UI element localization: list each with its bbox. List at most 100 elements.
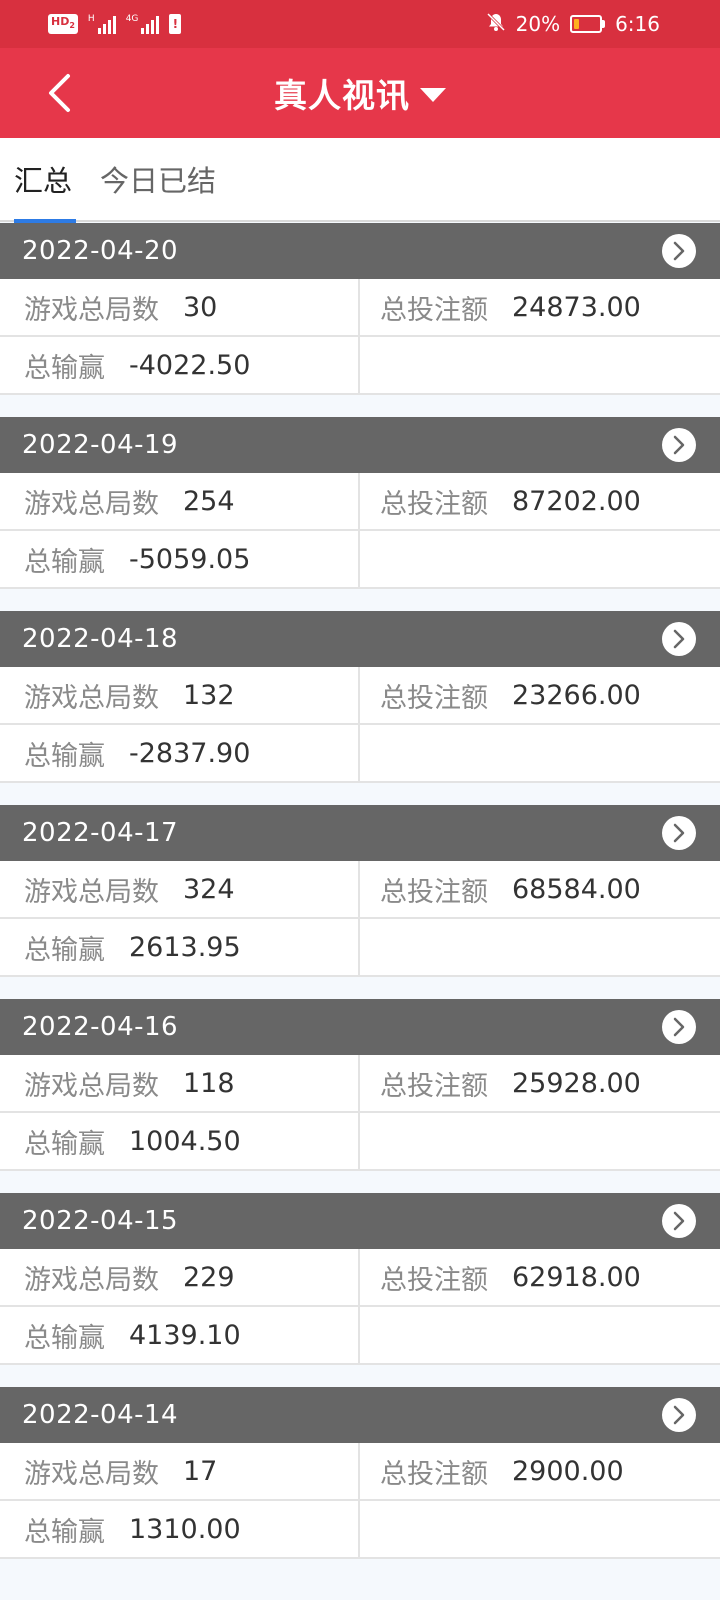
rounds-cell: 游戏总局数 254 [0,473,360,529]
record-card: 2022-04-19 游戏总局数 254 总投注额 87202.00 总输赢 -505… [0,417,720,589]
record-header[interactable]: 2022-04-16 [0,999,720,1055]
bet-value: 87202.00 [512,485,641,517]
winloss-cell: 总输赢 1310.00 [0,1501,360,1557]
signal-type-label: 4G [125,14,139,24]
rounds-label: 游戏总局数 [24,294,159,326]
bet-cell: 总投注额 25928.00 [360,1055,720,1111]
record-row: 总输赢 1004.50 [0,1113,720,1171]
chevron-right-icon[interactable] [662,1204,696,1238]
tab-summary[interactable]: 汇总 [14,137,77,223]
record-date: 2022-04-19 [22,430,179,460]
tab-today-settled[interactable]: 今日已结 [100,137,216,221]
empty-cell [360,725,720,781]
winloss-cell: 总输赢 4139.10 [0,1307,360,1363]
rounds-value: 118 [183,1067,235,1099]
rounds-value: 254 [183,485,235,517]
record-header[interactable]: 2022-04-19 [0,417,720,473]
bet-label: 总投注额 [380,1458,488,1490]
bet-label: 总投注额 [380,294,488,326]
winloss-label: 总输赢 [24,352,105,384]
bet-value: 24873.00 [512,291,641,323]
rounds-label: 游戏总局数 [24,876,159,908]
chevron-right-icon[interactable] [662,1398,696,1432]
chevron-right-icon[interactable] [662,428,696,462]
bet-value: 2900.00 [512,1455,624,1487]
status-bar: HD2 H 4G ! 20% 6:16 [0,0,720,48]
winloss-value: 2613.95 [129,931,241,963]
rounds-label: 游戏总局数 [24,1070,159,1102]
record-header[interactable]: 2022-04-15 [0,1193,720,1249]
record-card: 2022-04-20 游戏总局数 30 总投注额 24873.00 总输赢 -4022… [0,223,720,395]
bet-label: 总投注额 [380,488,488,520]
record-header[interactable]: 2022-04-17 [0,805,720,861]
record-header[interactable]: 2022-04-18 [0,611,720,667]
winloss-cell: 总输赢 -2837.90 [0,725,360,781]
winloss-cell: 总输赢 1004.50 [0,1113,360,1169]
rounds-cell: 游戏总局数 132 [0,667,360,723]
winloss-label: 总输赢 [24,1516,105,1548]
bet-value: 23266.00 [512,679,641,711]
record-header[interactable]: 2022-04-20 [0,223,720,279]
rounds-label: 游戏总局数 [24,488,159,520]
bet-label: 总投注额 [380,1070,488,1102]
empty-cell [360,1501,720,1557]
winloss-value: 1310.00 [129,1513,241,1545]
record-card: 2022-04-18 游戏总局数 132 总投注额 23266.00 总输赢 -283… [0,611,720,783]
clock: 6:16 [615,12,660,36]
winloss-value: -2837.90 [129,737,251,769]
empty-cell [360,1113,720,1169]
bet-cell: 总投注额 23266.00 [360,667,720,723]
status-right: 20% 6:16 [486,12,660,37]
winloss-cell: 总输赢 2613.95 [0,919,360,975]
winloss-label: 总输赢 [24,546,105,578]
record-date: 2022-04-16 [22,1012,179,1042]
rounds-label: 游戏总局数 [24,1264,159,1296]
app-header: 真人视讯 [0,48,720,138]
record-card: 2022-04-16 游戏总局数 118 总投注额 25928.00 总输赢 1004… [0,999,720,1171]
winloss-value: 4139.10 [129,1319,241,1351]
record-header[interactable]: 2022-04-14 [0,1387,720,1443]
bet-cell: 总投注额 2900.00 [360,1443,720,1499]
record-card: 2022-04-15 游戏总局数 229 总投注额 62918.00 总输赢 4139… [0,1193,720,1365]
rounds-value: 324 [183,873,235,905]
rounds-cell: 游戏总局数 118 [0,1055,360,1111]
page-title: 真人视讯 [274,76,410,115]
record-row: 总输赢 1310.00 [0,1501,720,1559]
record-date: 2022-04-18 [22,624,179,654]
bet-label: 总投注额 [380,1264,488,1296]
rounds-value: 17 [183,1455,218,1487]
record-card: 2022-04-17 游戏总局数 324 总投注额 68584.00 总输赢 2613… [0,805,720,977]
record-date: 2022-04-17 [22,818,179,848]
record-list: 2022-04-20 游戏总局数 30 总投注额 24873.00 总输赢 -4022… [0,223,720,1581]
winloss-label: 总输赢 [24,1322,105,1354]
caret-down-icon [420,88,446,102]
winloss-cell: 总输赢 -4022.50 [0,337,360,393]
signal-icon: H [88,14,116,34]
record-row: 游戏总局数 17 总投注额 2900.00 [0,1443,720,1501]
rounds-cell: 游戏总局数 229 [0,1249,360,1305]
rounds-cell: 游戏总局数 17 [0,1443,360,1499]
battery-percent: 20% [515,12,561,36]
chevron-right-icon[interactable] [662,234,696,268]
back-button[interactable] [36,70,82,116]
rounds-value: 229 [183,1261,235,1293]
record-row: 游戏总局数 118 总投注额 25928.00 [0,1055,720,1113]
record-row: 总输赢 -4022.50 [0,337,720,395]
battery-icon [570,15,606,33]
rounds-label: 游戏总局数 [24,682,159,714]
bet-cell: 总投注额 87202.00 [360,473,720,529]
bet-label: 总投注额 [380,682,488,714]
record-row: 总输赢 2613.95 [0,919,720,977]
signal-type-label: H [87,14,95,24]
chevron-right-icon[interactable] [662,622,696,656]
bet-cell: 总投注额 62918.00 [360,1249,720,1305]
chevron-right-icon[interactable] [662,816,696,850]
winloss-value: 1004.50 [129,1125,241,1157]
title-dropdown[interactable]: 真人视讯 [274,69,446,117]
bet-label: 总投注额 [380,876,488,908]
rounds-value: 132 [183,679,235,711]
chevron-right-icon[interactable] [662,1010,696,1044]
record-row: 总输赢 -2837.90 [0,725,720,783]
record-date: 2022-04-15 [22,1206,179,1236]
battery-alert-icon: ! [169,14,182,34]
